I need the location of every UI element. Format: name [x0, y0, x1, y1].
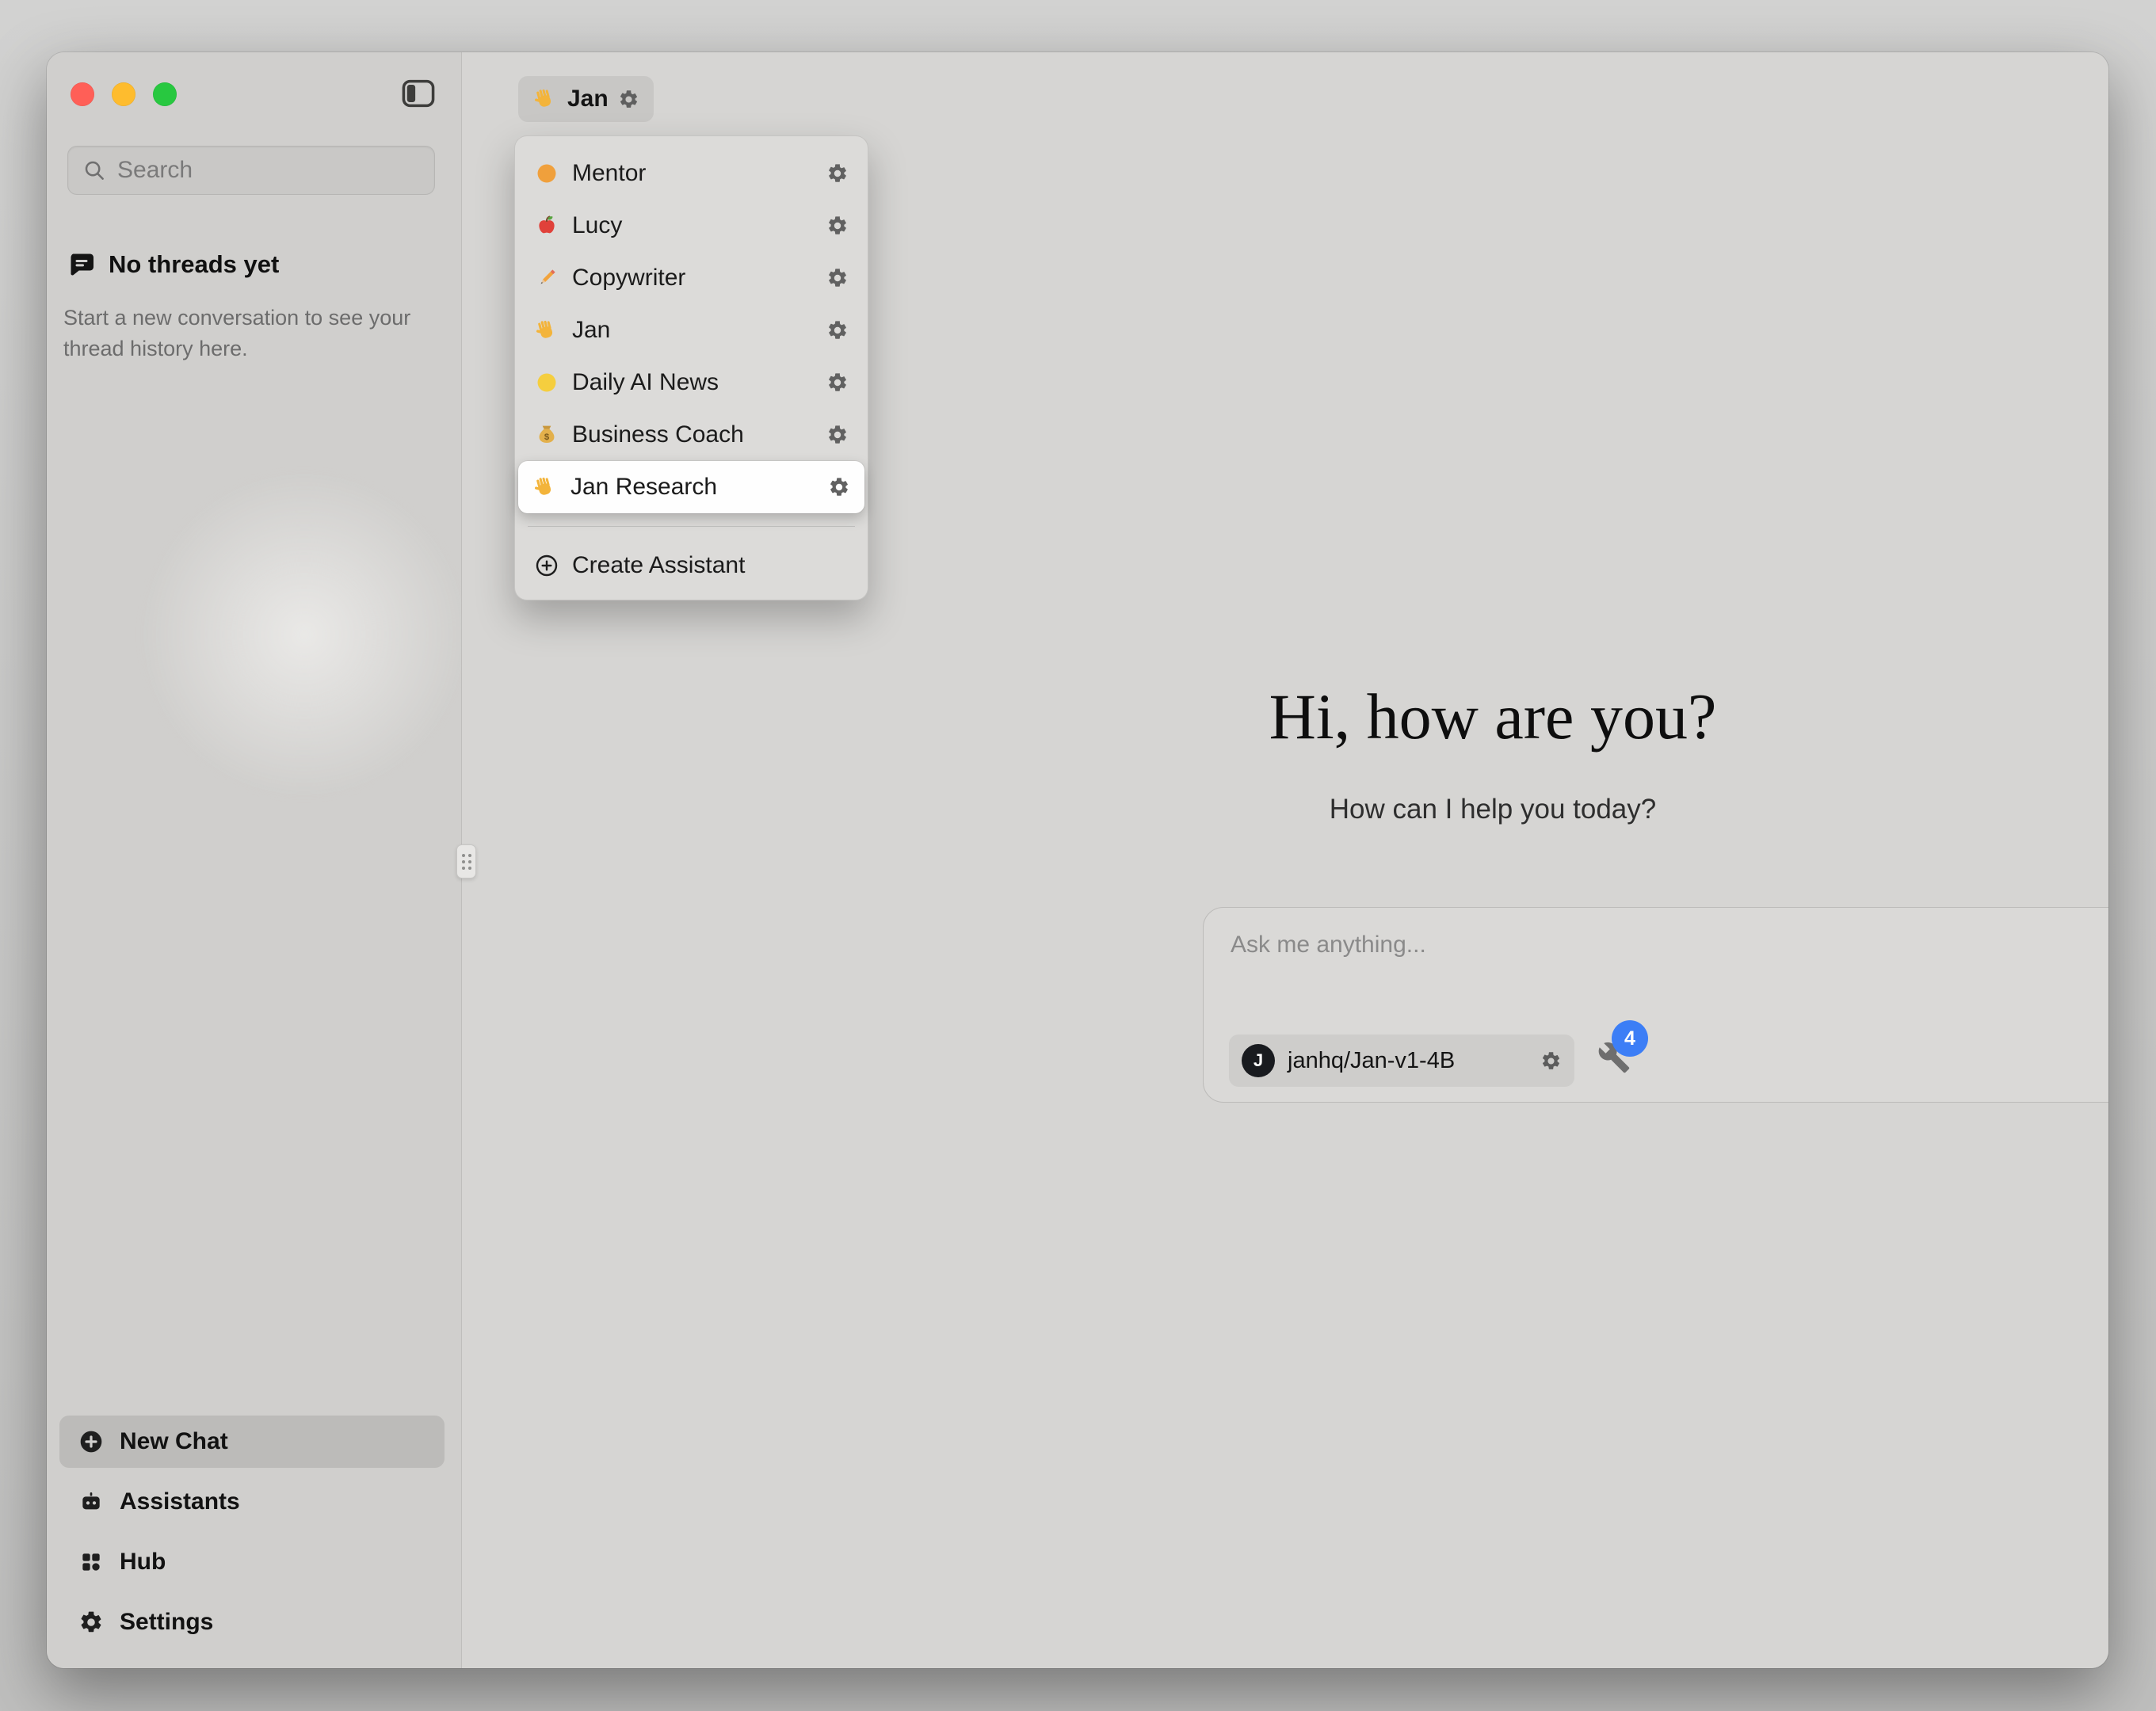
assistant-menu-item-label: Daily AI News	[572, 369, 814, 396]
gear-icon[interactable]	[826, 424, 849, 446]
empty-state-header: No threads yet	[67, 250, 279, 279]
background-blur-blob	[134, 464, 475, 805]
gear-icon[interactable]	[826, 215, 849, 237]
zoom-window-button[interactable]	[153, 82, 177, 106]
assistant-menu-item-label: Mentor	[572, 160, 814, 187]
app-window: No threads yet Start a new conversation …	[47, 52, 2108, 1668]
gear-icon[interactable]	[826, 372, 849, 394]
plus-circle-icon	[78, 1429, 104, 1454]
close-window-button[interactable]	[71, 82, 94, 106]
model-avatar: J	[1242, 1044, 1275, 1077]
assistants-label: Assistants	[120, 1488, 240, 1515]
hub-label: Hub	[120, 1549, 166, 1576]
window-controls	[71, 82, 177, 106]
plus-circle-icon	[534, 553, 559, 578]
tools-button[interactable]: 4	[1597, 1041, 1634, 1077]
assistant-menu-item-label: Copywriter	[572, 265, 814, 292]
sidebar: No threads yet Start a new conversation …	[47, 52, 462, 1668]
model-name: janhq/Jan-v1-4B	[1288, 1048, 1528, 1074]
model-settings-gear-icon[interactable]	[1540, 1050, 1562, 1072]
pencil-emoji	[534, 265, 559, 291]
sidebar-item-assistants[interactable]: Assistants	[59, 1476, 445, 1528]
minimize-window-button[interactable]	[112, 82, 135, 106]
model-selector[interactable]: J janhq/Jan-v1-4B	[1229, 1035, 1574, 1087]
assistant-menu-item-copywriter[interactable]: Copywriter	[520, 252, 863, 304]
chat-composer: J janhq/Jan-v1-4B 4	[1203, 907, 2108, 1103]
new-chat-label: New Chat	[120, 1428, 228, 1455]
wave-emoji	[534, 318, 559, 343]
search-input[interactable]	[117, 157, 423, 184]
greeting-subtitle: How can I help you today?	[877, 794, 2108, 825]
assistant-menu-item-jan-research[interactable]: Jan Research	[518, 461, 864, 513]
assistant-settings-gear-icon[interactable]	[618, 89, 639, 110]
robot-icon	[78, 1489, 104, 1515]
wave-emoji	[532, 474, 558, 500]
tools-count-badge: 4	[1612, 1020, 1648, 1057]
sidebar-item-settings[interactable]: Settings	[59, 1596, 445, 1648]
assistant-menu-item-label: Business Coach	[572, 421, 814, 448]
assistant-menu-item-jan[interactable]: Jan	[520, 304, 863, 356]
gear-icon[interactable]	[826, 162, 849, 185]
greeting-title: Hi, how are you?	[877, 680, 2108, 754]
empty-state-title: No threads yet	[109, 250, 279, 279]
search-field[interactable]	[67, 146, 435, 195]
new-chat-button[interactable]: New Chat	[59, 1416, 445, 1468]
assistant-menu-item-lucy[interactable]: Lucy	[520, 200, 863, 252]
create-assistant-label: Create Assistant	[572, 552, 849, 579]
sidebar-item-hub[interactable]: Hub	[59, 1536, 445, 1588]
apple-emoji	[534, 213, 559, 238]
chat-input[interactable]	[1204, 908, 2108, 995]
assistant-menu-item-mentor[interactable]: Mentor	[520, 147, 863, 200]
menu-separator	[528, 526, 855, 527]
sidebar-resize-handle[interactable]	[456, 844, 476, 878]
gear-icon	[78, 1610, 104, 1635]
sidebar-toggle-icon[interactable]	[402, 79, 435, 108]
wave-emoji	[532, 86, 558, 112]
gear-icon[interactable]	[828, 476, 850, 498]
assistant-menu-item-daily-ai-news[interactable]: Daily AI News	[520, 356, 863, 409]
empty-state-subtitle: Start a new conversation to see your thr…	[63, 303, 417, 364]
settings-label: Settings	[120, 1609, 213, 1636]
orange-circle-emoji	[534, 161, 559, 186]
grid-icon	[78, 1549, 104, 1575]
search-icon	[82, 158, 106, 182]
yellow-circle-emoji	[534, 370, 559, 395]
gear-icon[interactable]	[826, 267, 849, 289]
assistant-dropdown-menu: Mentor Lucy Copywriter Jan Daily AI News…	[514, 135, 868, 600]
current-assistant-name: Jan	[567, 86, 609, 112]
assistant-menu-item-label: Jan	[572, 317, 814, 344]
sidebar-nav: New Chat Assistants Hub Settings	[59, 1416, 445, 1648]
assistant-switcher[interactable]: Jan	[518, 76, 654, 122]
create-assistant-button[interactable]: Create Assistant	[520, 539, 863, 592]
assistant-menu-item-label: Lucy	[572, 212, 814, 239]
money-bag-emoji	[534, 422, 559, 448]
assistant-menu-item-business-coach[interactable]: Business Coach	[520, 409, 863, 461]
chat-bubble-icon	[67, 250, 96, 279]
gear-icon[interactable]	[826, 319, 849, 341]
assistant-menu-item-label: Jan Research	[570, 474, 815, 501]
